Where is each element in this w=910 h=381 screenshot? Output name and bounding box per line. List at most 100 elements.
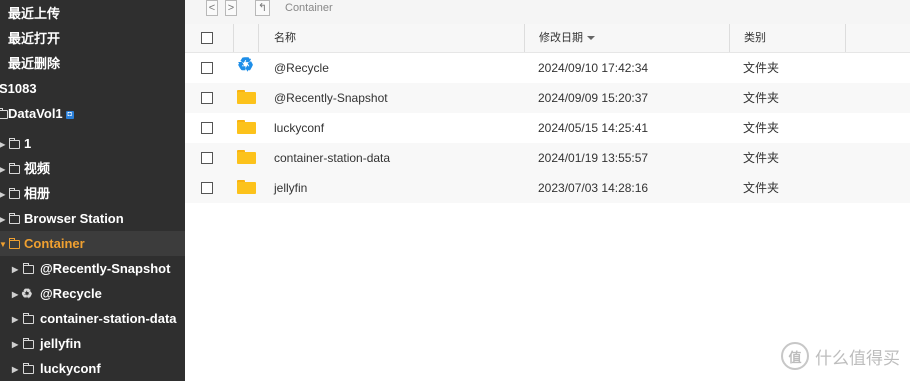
toolbar: < > ↰ Container xyxy=(185,0,910,24)
file-name[interactable]: @Recycle xyxy=(274,53,329,83)
column-header-modified[interactable]: 修改日期 xyxy=(539,24,595,52)
expand-arrow-icon[interactable]: ▶ xyxy=(12,282,18,307)
sidebar-item-recycle[interactable]: ▶ ♻ @Recycle xyxy=(0,281,185,306)
expand-arrow-icon[interactable]: ▶ xyxy=(0,182,5,207)
file-modified: 2024/05/15 14:25:41 xyxy=(538,121,649,135)
row-checkbox[interactable] xyxy=(201,122,213,134)
back-button[interactable]: < xyxy=(206,0,218,16)
sidebar-item-datavol1[interactable]: DataVol1 ◘ xyxy=(0,101,185,126)
sidebar-item-nas[interactable]: S1083 xyxy=(0,76,185,101)
table-row[interactable]: @Recently-Snapshot 2024/09/09 15:20:37 文… xyxy=(185,83,910,113)
folder-icon xyxy=(9,231,20,256)
sidebar-item-recently-snapshot[interactable]: ▶ @Recently-Snapshot xyxy=(0,256,185,281)
select-all-checkbox[interactable] xyxy=(201,32,213,44)
expand-arrow-icon[interactable]: ▶ xyxy=(0,132,5,157)
sidebar-item-label: 最近上传 xyxy=(8,6,61,21)
sidebar-item-label: 1 xyxy=(24,136,32,151)
table-row[interactable]: ♻ @Recycle 2024/09/10 17:42:34 文件夹 xyxy=(185,53,910,83)
table-header: 名称 修改日期 类别 xyxy=(185,24,910,53)
folder-icon xyxy=(23,331,34,356)
sidebar-item-container-station-data[interactable]: ▶ container-station-data xyxy=(0,306,185,331)
sidebar-item-label: S1083 xyxy=(0,81,37,96)
file-modified: 2024/01/19 13:55:57 xyxy=(538,151,649,165)
file-type: 文件夹 xyxy=(743,121,780,135)
volume-badge-icon: ◘ xyxy=(65,110,74,119)
watermark: 值 什么值得买 xyxy=(781,341,900,371)
sidebar-item-video[interactable]: ▶ 视频 xyxy=(0,156,185,181)
forward-button[interactable]: > xyxy=(225,0,237,16)
column-divider xyxy=(258,24,259,52)
folder-icon xyxy=(237,150,256,164)
row-checkbox[interactable] xyxy=(201,182,213,194)
drive-icon xyxy=(0,101,8,126)
expand-arrow-icon[interactable]: ▶ xyxy=(12,332,18,357)
column-header-name[interactable]: 名称 xyxy=(274,24,296,52)
folder-icon xyxy=(9,156,20,181)
expand-arrow-icon[interactable]: ▶ xyxy=(0,207,5,232)
expand-arrow-icon[interactable]: ▶ xyxy=(12,307,18,332)
table-row[interactable]: jellyfin 2023/07/03 14:28:16 文件夹 xyxy=(185,173,910,203)
sidebar-item-label: @Recycle xyxy=(40,286,102,301)
file-type: 文件夹 xyxy=(743,91,780,105)
folder-icon xyxy=(9,181,20,206)
file-type: 文件夹 xyxy=(743,151,780,165)
folder-icon xyxy=(23,306,34,331)
sidebar-item-luckyconf[interactable]: ▶ luckyconf xyxy=(0,356,185,381)
sidebar-item-recent-uploads[interactable]: 最近上传 xyxy=(0,1,185,26)
sort-desc-icon xyxy=(587,36,595,41)
sidebar-item-album[interactable]: ▶ 相册 xyxy=(0,181,185,206)
up-folder-button[interactable]: ↰ xyxy=(255,0,270,16)
file-modified: 2024/09/09 15:20:37 xyxy=(538,91,649,105)
row-checkbox[interactable] xyxy=(201,152,213,164)
table-row[interactable]: luckyconf 2024/05/15 14:25:41 文件夹 xyxy=(185,113,910,143)
sidebar-item-label: Container xyxy=(24,236,85,251)
sidebar-item-recent-deleted[interactable]: 最近删除 xyxy=(0,51,185,76)
sidebar: 最近上传 最近打开 最近删除 S1083 DataVol1 ◘ ▶ 1 ▶ 视频 … xyxy=(0,0,185,381)
sidebar-item-label: DataVol1 ◘ xyxy=(8,106,74,121)
column-divider xyxy=(845,24,846,52)
file-name[interactable]: @Recently-Snapshot xyxy=(274,83,388,113)
table-row[interactable]: container-station-data 2024/01/19 13:55:… xyxy=(185,143,910,173)
row-checkbox[interactable] xyxy=(201,92,213,104)
sidebar-item-browser-station[interactable]: ▶ Browser Station xyxy=(0,206,185,231)
folder-icon xyxy=(237,180,256,194)
recycle-icon: ♻ xyxy=(21,286,33,301)
sidebar-item-label: Browser Station xyxy=(24,211,124,226)
sidebar-item-container[interactable]: ▼ Container xyxy=(0,231,185,256)
folder-icon xyxy=(23,256,34,281)
file-modified: 2024/09/10 17:42:34 xyxy=(538,61,649,75)
sidebar-item-label: jellyfin xyxy=(40,336,82,351)
expand-arrow-icon[interactable]: ▶ xyxy=(0,157,5,182)
sidebar-item-jellyfin[interactable]: ▶ jellyfin xyxy=(0,331,185,356)
column-divider xyxy=(729,24,730,52)
recycle-icon: ♻ xyxy=(237,55,255,76)
sidebar-item-label: 视频 xyxy=(24,161,51,176)
file-modified: 2023/07/03 14:28:16 xyxy=(538,181,649,195)
sidebar-item-recent-opened[interactable]: 最近打开 xyxy=(0,26,185,51)
sidebar-item-label: 最近打开 xyxy=(8,31,61,46)
watermark-logo-icon: 值 xyxy=(781,342,809,370)
sidebar-item-label: 最近删除 xyxy=(8,56,61,71)
watermark-text: 什么值得买 xyxy=(815,348,900,368)
column-divider xyxy=(524,24,525,52)
expand-arrow-icon[interactable]: ▶ xyxy=(12,257,18,282)
current-path: Container xyxy=(285,2,333,14)
expand-arrow-icon[interactable]: ▼ xyxy=(0,232,7,257)
sidebar-item-folder-1[interactable]: ▶ 1 xyxy=(0,131,185,156)
folder-icon xyxy=(9,206,20,231)
file-type: 文件夹 xyxy=(743,61,780,75)
row-checkbox[interactable] xyxy=(201,62,213,74)
column-divider xyxy=(233,24,234,52)
sidebar-item-label: luckyconf xyxy=(40,361,101,376)
column-header-type[interactable]: 类别 xyxy=(744,24,766,52)
folder-icon xyxy=(9,131,20,156)
file-name[interactable]: container-station-data xyxy=(274,143,390,173)
sidebar-item-label: @Recently-Snapshot xyxy=(40,261,171,276)
file-type: 文件夹 xyxy=(743,181,780,195)
file-name[interactable]: jellyfin xyxy=(274,173,307,203)
expand-arrow-icon[interactable]: ▶ xyxy=(12,357,18,381)
folder-icon xyxy=(23,356,34,381)
sidebar-item-label: container-station-data xyxy=(40,311,177,326)
sidebar-item-label: 相册 xyxy=(24,186,51,201)
file-name[interactable]: luckyconf xyxy=(274,113,324,143)
